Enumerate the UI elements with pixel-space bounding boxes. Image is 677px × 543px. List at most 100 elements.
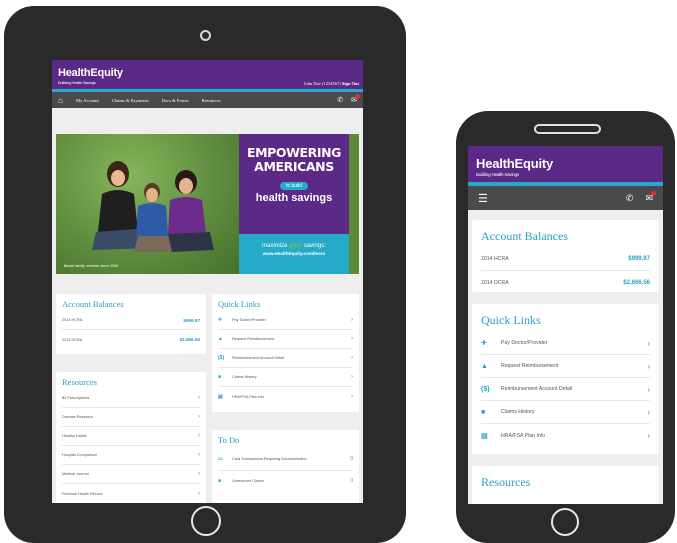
phone-nav-bar: ☰ ✆ ✉ bbox=[468, 186, 663, 210]
quick-link-label: HRA/FSA Plan Info bbox=[501, 432, 546, 439]
chevron-right-icon: › bbox=[647, 407, 650, 417]
chevron-right-icon: › bbox=[647, 384, 650, 394]
phone-icon[interactable]: ✆ bbox=[626, 193, 634, 204]
reimbursement-icon: ▲ bbox=[218, 336, 223, 342]
dollar-icon: ($) bbox=[218, 355, 225, 361]
quick-link-account-detail[interactable]: ($) Reimbursement Account Detail › bbox=[218, 349, 353, 368]
home-icon[interactable]: ⌂ bbox=[58, 96, 76, 105]
todo-item[interactable]: ■ Unresolved Claims 0 bbox=[218, 471, 353, 490]
quick-link-label: HRA/FSA Plan Info bbox=[232, 394, 265, 399]
quick-link-account-detail[interactable]: ($) Reimbursement Account Detail › bbox=[481, 378, 650, 401]
balance-label: 2014 HCRA bbox=[481, 256, 509, 262]
balance-row[interactable]: 2014 DCRA $2,666.56 bbox=[62, 330, 200, 349]
quick-link-request-reimbursement[interactable]: ▲ Request Reimbursement › bbox=[218, 330, 353, 349]
balance-value: $2,666.56 bbox=[623, 279, 650, 286]
tablet-quick-links-card: Quick Links ✈ Pay Doctor/Provider › ▲ Re… bbox=[212, 294, 359, 412]
phone-icon[interactable]: ✆ bbox=[337, 96, 343, 104]
account-balances-title: Account Balances bbox=[62, 299, 124, 309]
chevron-right-icon: › bbox=[351, 355, 353, 361]
quick-link-pay-doctor[interactable]: ✈ Pay Doctor/Provider › bbox=[481, 332, 650, 355]
quick-links-title: Quick Links bbox=[218, 299, 261, 309]
folder-icon: ■ bbox=[218, 374, 222, 380]
phone-screen: HealthEquity Building Health Savings ☰ ✆… bbox=[468, 146, 663, 504]
balance-label: 2014 DCRA bbox=[481, 279, 509, 286]
phone-header: HealthEquity Building Health Savings bbox=[468, 146, 663, 186]
hero-cta-panel[interactable]: maximize your savings: www.HealthEquity.… bbox=[239, 234, 349, 274]
hero-maximize: maximize bbox=[262, 243, 288, 249]
folder-icon: ■ bbox=[218, 477, 222, 484]
chevron-right-icon: › bbox=[198, 490, 200, 497]
reimbursement-icon: ▲ bbox=[481, 362, 488, 370]
chevron-right-icon: › bbox=[198, 414, 200, 420]
nav-resources[interactable]: Resources bbox=[202, 98, 221, 103]
account-balances-title: Account Balances bbox=[481, 229, 568, 243]
hero-savings: savings: bbox=[303, 243, 326, 249]
document-icon: ▤ bbox=[481, 432, 488, 440]
quick-link-label: Pay Doctor/Provider bbox=[232, 318, 266, 322]
todo-item[interactable]: ▭ Card Transactions Requiring Documentat… bbox=[218, 447, 353, 471]
balance-value: $2,666.56 bbox=[179, 337, 200, 342]
user-info: John Doe (1234567) Sign Out bbox=[304, 81, 359, 86]
quick-link-label: Reimbursement Account Detail bbox=[501, 386, 573, 392]
nav-my-account[interactable]: My Account bbox=[76, 98, 99, 103]
hero-caption: Beutel family, member since 2008 bbox=[64, 264, 118, 268]
brand-tagline: Building Health Savings bbox=[476, 172, 519, 177]
mail-icon[interactable]: ✉ bbox=[351, 94, 360, 104]
tablet-home-button[interactable] bbox=[191, 506, 221, 536]
sign-out-link[interactable]: Sign Out bbox=[342, 81, 359, 86]
folder-icon: ■ bbox=[481, 408, 486, 416]
quick-links-title: Quick Links bbox=[481, 313, 541, 327]
tablet-account-balances-card: Account Balances 2014 HCRA $999.97 2014 … bbox=[56, 294, 206, 354]
brand-tagline: Building Health Savings bbox=[58, 80, 96, 85]
resource-label: Healthy Habits bbox=[62, 434, 87, 438]
phone-quick-links-card: Quick Links ✈ Pay Doctor/Provider › ▲ Re… bbox=[472, 304, 659, 454]
tablet-resources-card: Resources $4 Prescriptions › Disease Rese… bbox=[56, 372, 206, 503]
nav-claims-payments[interactable]: Claims & Payments bbox=[112, 98, 149, 103]
balance-row[interactable]: 2014 HCRA $999.97 bbox=[481, 248, 650, 271]
quick-link-label: Pay Doctor/Provider bbox=[501, 340, 548, 346]
tablet-device: HealthEquity Building Health Savings Joh… bbox=[4, 6, 406, 543]
resource-label: Medical Journal bbox=[62, 472, 89, 476]
phone-resources-card: Resources bbox=[472, 466, 659, 504]
mail-icon[interactable]: ✉ bbox=[645, 190, 656, 204]
quick-link-claims-history[interactable]: ■ Claims History › bbox=[218, 368, 353, 387]
phone-home-button[interactable] bbox=[551, 508, 579, 536]
tablet-camera bbox=[200, 30, 211, 41]
chevron-right-icon: › bbox=[351, 336, 353, 342]
brand-name: HealthEquity bbox=[58, 67, 123, 79]
chevron-right-icon: › bbox=[647, 338, 650, 348]
resource-label: Personal Health Record bbox=[62, 491, 103, 496]
tablet-header: HealthEquity Building Health Savings Joh… bbox=[52, 60, 363, 92]
tablet-screen: HealthEquity Building Health Savings Joh… bbox=[52, 60, 363, 503]
resource-item[interactable]: Medical Journal › bbox=[62, 465, 200, 484]
resource-item[interactable]: Personal Health Record › bbox=[62, 484, 200, 503]
phone-logo[interactable]: HealthEquity Building Health Savings bbox=[476, 156, 553, 177]
resource-item[interactable]: Hospital Comparison › bbox=[62, 446, 200, 465]
resource-item[interactable]: $4 Prescriptions › bbox=[62, 389, 200, 408]
quick-link-label: Request Reimbursement bbox=[501, 363, 559, 369]
resource-item[interactable]: Disease Research › bbox=[62, 408, 200, 427]
hamburger-menu-icon[interactable]: ☰ bbox=[478, 192, 488, 205]
card-icon: ▭ bbox=[218, 455, 223, 462]
quick-link-pay-doctor[interactable]: ✈ Pay Doctor/Provider › bbox=[218, 311, 353, 330]
balance-row[interactable]: 2014 HCRA $999.97 bbox=[62, 311, 200, 330]
pay-icon: ✈ bbox=[218, 317, 223, 323]
quick-link-claims-history[interactable]: ■ Claims History › bbox=[481, 401, 650, 424]
hero-message-panel: EMPOWERING AMERICANS to build health sav… bbox=[239, 134, 349, 234]
hero-url[interactable]: www.HealthEquity.com/learn bbox=[239, 251, 349, 256]
quick-link-label: Claims History bbox=[232, 375, 257, 379]
todo-label: Unresolved Claims bbox=[232, 478, 264, 483]
quick-link-request-reimbursement[interactable]: ▲ Request Reimbursement › bbox=[481, 355, 650, 378]
user-name: John Doe (1234567) bbox=[303, 81, 341, 86]
family-illustration bbox=[92, 161, 214, 252]
nav-docs-forms[interactable]: Docs & Forms bbox=[162, 98, 189, 103]
chevron-right-icon: › bbox=[198, 395, 200, 401]
quick-link-plan-info[interactable]: ▤ HRA/FSA Plan Info › bbox=[481, 424, 650, 447]
quick-link-plan-info[interactable]: ▤ HRA/FSA Plan Info › bbox=[218, 387, 353, 406]
tablet-logo[interactable]: HealthEquity Building Health Savings bbox=[58, 67, 123, 85]
resource-item[interactable]: Healthy Habits › bbox=[62, 427, 200, 446]
document-icon: ▤ bbox=[218, 393, 223, 400]
balance-row[interactable]: 2014 DCRA $2,666.56 bbox=[481, 271, 650, 294]
dollar-icon: ($) bbox=[481, 385, 490, 393]
hero-banner[interactable]: Beutel family, member since 2008 EMPOWER… bbox=[56, 134, 359, 274]
